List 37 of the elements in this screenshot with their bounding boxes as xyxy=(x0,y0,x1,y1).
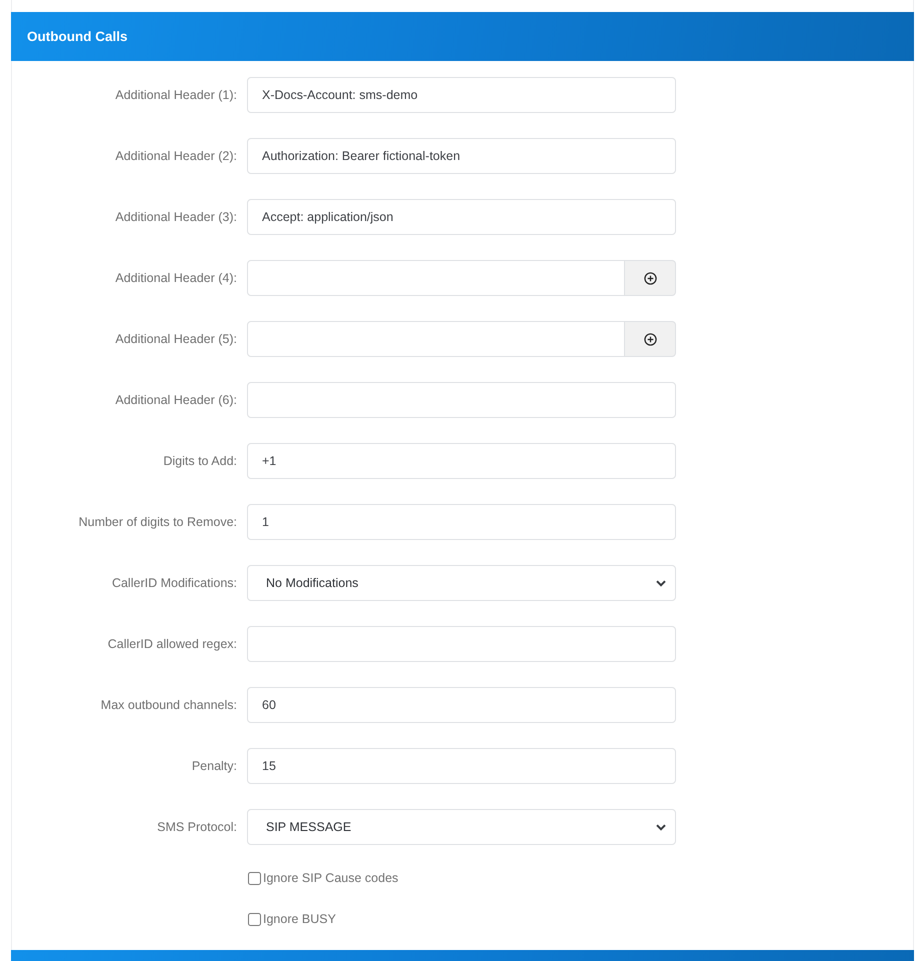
checkbox[interactable] xyxy=(248,872,261,884)
text-input[interactable]: 15 xyxy=(247,748,676,784)
add-button[interactable] xyxy=(625,321,676,357)
checkbox-label: Ignore SIP Cause codes xyxy=(263,871,398,885)
plus-circle-icon xyxy=(644,332,656,346)
field-label: Additional Header (2): xyxy=(114,149,237,163)
text-input[interactable]: Authorization: Bearer fictional-token xyxy=(247,138,676,174)
checkbox-label: Ignore BUSY xyxy=(263,912,336,926)
field-label: Digits to Add: xyxy=(162,454,237,468)
field-label: Additional Header (3): xyxy=(114,210,237,224)
chevron-down-icon xyxy=(656,580,666,586)
field-label: Additional Header (4): xyxy=(114,271,237,285)
text-input[interactable]: 60 xyxy=(247,687,676,723)
field-label: Additional Header (5): xyxy=(114,332,237,346)
chevron-down-icon xyxy=(656,824,666,830)
field-label: Max outbound channels: xyxy=(100,698,237,712)
field-label: CallerID Modifications: xyxy=(110,576,237,590)
field-label: Additional Header (1): xyxy=(114,88,237,102)
field-label: Penalty: xyxy=(190,759,237,773)
text-input[interactable] xyxy=(247,382,676,418)
text-input[interactable]: X-Docs-Account: sms-demo xyxy=(247,77,676,113)
text-input[interactable]: +1 xyxy=(247,443,676,479)
panel-title: Outbound Calls xyxy=(27,29,128,44)
dropdown[interactable]: SIP MESSAGE xyxy=(247,809,676,845)
text-input[interactable] xyxy=(247,260,625,296)
field-label: SMS Protocol: xyxy=(156,820,237,834)
add-button[interactable] xyxy=(625,260,676,296)
text-input[interactable]: 1 xyxy=(247,504,676,540)
field-label: Number of digits to Remove: xyxy=(78,515,237,529)
text-input[interactable] xyxy=(247,626,676,662)
field-label: Additional Header (6): xyxy=(114,393,237,407)
checkbox[interactable] xyxy=(248,912,261,926)
dropdown[interactable]: No Modifications xyxy=(247,565,676,601)
text-input[interactable] xyxy=(247,321,625,357)
field-label: CallerID allowed regex: xyxy=(106,637,237,651)
text-input[interactable]: Accept: application/json xyxy=(247,199,676,235)
plus-circle-icon xyxy=(644,272,656,284)
